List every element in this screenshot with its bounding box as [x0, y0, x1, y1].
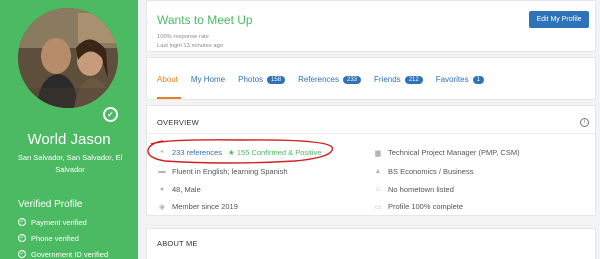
profile-tabs-card: About My Home Photos 158 References 233 Fr… [146, 57, 596, 100]
profile-sidebar: ✓ World Jason San Salvador, San Salvador… [0, 0, 138, 259]
profile-tabs: About My Home Photos 158 References 233 Fr… [157, 75, 497, 84]
active-tab-indicator [157, 97, 181, 99]
verification-item: ✓ Payment verified [18, 217, 87, 227]
briefcase-icon: ▆ [375, 149, 381, 157]
graduation-cap-icon: ▲ [374, 168, 382, 175]
verification-list: ✓ Payment verified ✓ Phone verified ✓ Gover… [18, 214, 108, 259]
references-count-badge: 233 [342, 75, 361, 84]
profile-status-title: Wants to Meet Up [157, 13, 253, 27]
hometown-row: ⌂ No hometown listed [373, 185, 454, 194]
friends-count-badge: 212 [404, 75, 423, 84]
overview-title: OVERVIEW [157, 118, 199, 127]
verification-item: ✓ Phone verified [18, 233, 79, 243]
tab-about[interactable]: About [157, 75, 178, 84]
photos-count-badge: 158 [267, 75, 286, 84]
favorites-count-badge: 1 [472, 75, 484, 84]
user-icon: ● [159, 186, 165, 193]
about-me-card: ABOUT ME [146, 228, 596, 259]
occupation-row: ▆ Technical Project Manager (PMP, CSM) [373, 148, 519, 157]
about-me-title: ABOUT ME [157, 239, 198, 248]
verified-badge-icon: ✓ [103, 107, 118, 122]
tab-references[interactable]: References 233 [298, 75, 361, 84]
info-icon[interactable]: i [580, 118, 589, 127]
red-circle-annotation [147, 139, 333, 164]
profile-header-card: Wants to Meet Up 100% response rate Last… [146, 0, 596, 52]
id-card-icon: ▭ [374, 203, 382, 211]
profile-name: World Jason [27, 131, 111, 148]
last-login: Last login 13 minutes ago [157, 43, 224, 49]
edit-profile-button[interactable]: Edit My Profile [529, 11, 589, 28]
member-since-row: ◉ Member since 2019 [158, 202, 238, 211]
chat-icon: ▬ [158, 168, 166, 175]
check-icon: ✓ [18, 218, 26, 226]
tab-friends[interactable]: Friends 212 [374, 75, 423, 84]
divider [147, 133, 595, 134]
profile-location: San Salvador, San Salvador, El Salvador [17, 153, 123, 174]
tab-photos[interactable]: Photos 158 [238, 75, 286, 84]
education-row: ▲ BS Economics / Business [374, 167, 474, 176]
language-row: ▬ Fluent in English; learning Spanish [158, 167, 288, 176]
verification-item: ✓ Government ID verified [18, 249, 109, 259]
profile-complete-row: ▭ Profile 100% complete [374, 202, 464, 211]
check-icon: ✓ [18, 234, 26, 242]
response-rate: 100% response rate [157, 34, 209, 40]
age-gender-row: ● 48, Male [157, 185, 201, 194]
avatar[interactable] [18, 8, 118, 108]
globe-icon: ◉ [158, 203, 166, 211]
check-icon: ✓ [18, 250, 26, 258]
home-icon: ⌂ [375, 186, 381, 193]
tab-favorites[interactable]: Favorites 1 [436, 75, 484, 84]
verified-profile-title: Verified Profile [18, 199, 83, 210]
tab-my-home[interactable]: My Home [191, 75, 225, 84]
